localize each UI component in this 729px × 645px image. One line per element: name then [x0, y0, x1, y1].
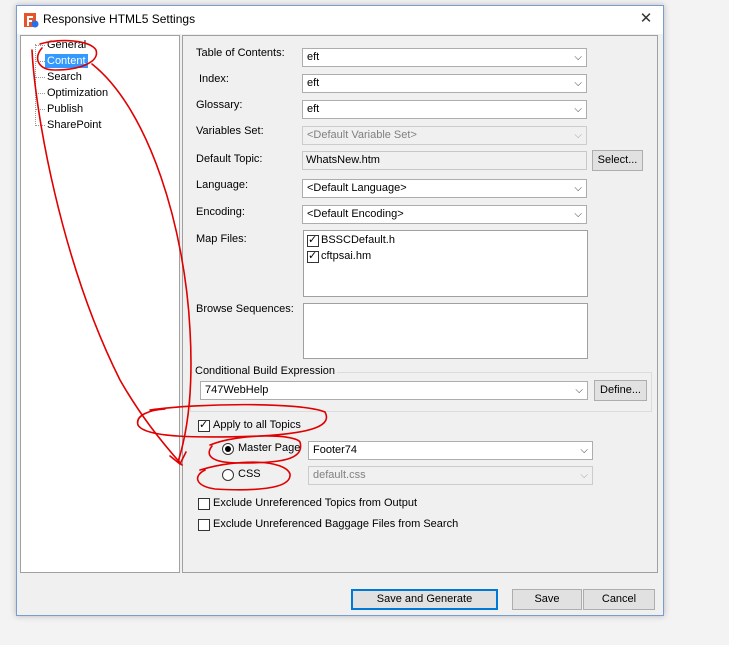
chevron-down-icon: ⌵ — [574, 78, 582, 89]
css-value: default.css — [313, 469, 366, 481]
exclude-baggage-label: Exclude Unreferenced Baggage Files from … — [213, 518, 459, 530]
browse-sequences-list[interactable] — [303, 303, 588, 359]
glossary-label: Glossary: — [196, 99, 243, 111]
master-page-value: Footer74 — [313, 444, 358, 456]
chevron-down-icon: ⌵ — [574, 52, 582, 63]
exclude-topics-checkbox[interactable] — [198, 498, 210, 510]
master-page-radio[interactable] — [222, 443, 234, 455]
toc-value: eft — [307, 51, 320, 63]
language-label: Language: — [196, 179, 248, 191]
tree-item-search[interactable]: Search — [47, 70, 82, 84]
css-dropdown: default.css ⌵ — [308, 466, 593, 485]
title-bar: Responsive HTML5 Settings ✕ — [17, 6, 663, 34]
chevron-down-icon: ⌵ — [580, 445, 588, 456]
default-topic-label: Default Topic: — [196, 153, 263, 165]
chevron-down-icon: ⌵ — [574, 104, 582, 115]
tree-connector — [35, 45, 45, 46]
exclude-topics-label: Exclude Unreferenced Topics from Output — [213, 497, 418, 509]
browse-sequences-label: Browse Sequences: — [196, 303, 294, 315]
map-file-item: BSSCDefault.h — [321, 234, 395, 246]
exclude-baggage-checkbox[interactable] — [198, 519, 210, 531]
map-file-checkbox[interactable] — [307, 249, 319, 263]
cancel-button[interactable]: Cancel — [583, 589, 655, 610]
chevron-down-icon: ⌵ — [574, 209, 582, 220]
define-button[interactable]: Define... — [594, 380, 647, 401]
select-topic-button[interactable]: Select... — [592, 150, 643, 171]
map-files-label: Map Files: — [196, 233, 247, 245]
conditional-build-value: 747WebHelp — [205, 384, 269, 396]
glossary-dropdown[interactable]: eft ⌵ — [302, 100, 587, 119]
tree-item-sharepoint[interactable]: SharePoint — [47, 118, 101, 132]
tree-item-optimization[interactable]: Optimization — [47, 86, 108, 100]
close-icon[interactable]: ✕ — [635, 9, 657, 29]
index-dropdown[interactable]: eft ⌵ — [302, 74, 587, 93]
encoding-label: Encoding: — [196, 206, 245, 218]
tree-connector — [35, 125, 45, 126]
conditional-build-title: Conditional Build Expression — [193, 365, 338, 377]
settings-dialog: Responsive HTML5 Settings ✕ General Cont… — [16, 5, 664, 616]
map-file-checkbox[interactable] — [307, 233, 319, 247]
css-label: CSS — [238, 468, 261, 480]
save-and-generate-button[interactable]: Save and Generate — [351, 589, 498, 610]
settings-tree: General Content Search Optimization Publ… — [20, 35, 180, 573]
toc-dropdown[interactable]: eft ⌵ — [302, 48, 587, 67]
apply-all-topics-label: Apply to all Topics — [213, 419, 301, 431]
index-value: eft — [307, 77, 320, 89]
tree-connector — [35, 109, 45, 110]
css-radio[interactable] — [222, 469, 234, 481]
tree-connector — [35, 44, 36, 126]
chevron-down-icon: ⌵ — [574, 130, 582, 141]
default-topic-field[interactable]: WhatsNew.htm — [302, 151, 587, 170]
language-dropdown[interactable]: <Default Language> ⌵ — [302, 179, 587, 198]
tree-item-general[interactable]: General — [47, 38, 86, 52]
variables-set-label: Variables Set: — [196, 125, 264, 137]
content-settings-panel: Table of Contents: eft ⌵ Index: eft ⌵ Glos… — [182, 35, 658, 573]
master-page-label: Master Page — [238, 442, 301, 454]
encoding-dropdown[interactable]: <Default Encoding> ⌵ — [302, 205, 587, 224]
tree-connector — [35, 61, 45, 62]
chevron-down-icon: ⌵ — [574, 183, 582, 194]
tree-connector — [35, 77, 45, 78]
conditional-build-dropdown[interactable]: 747WebHelp ⌵ — [200, 381, 588, 400]
map-file-item: cftpsai.hm — [321, 250, 372, 262]
apply-all-topics-checkbox[interactable] — [198, 418, 210, 432]
chevron-down-icon: ⌵ — [580, 470, 588, 481]
toc-label: Table of Contents: — [196, 47, 285, 59]
variables-set-dropdown: <Default Variable Set> ⌵ — [302, 126, 587, 145]
map-files-list[interactable]: BSSCDefault.h cftpsai.hm — [303, 230, 588, 297]
tree-item-content[interactable]: Content — [45, 54, 88, 68]
dialog-title: Responsive HTML5 Settings — [43, 12, 196, 26]
encoding-value: <Default Encoding> — [307, 208, 404, 220]
glossary-value: eft — [307, 103, 320, 115]
chevron-down-icon: ⌵ — [575, 385, 583, 396]
tree-connector — [35, 93, 45, 94]
robohelp-app-icon — [24, 13, 39, 28]
language-value: <Default Language> — [307, 182, 407, 194]
variables-set-value: <Default Variable Set> — [307, 129, 417, 141]
master-page-dropdown[interactable]: Footer74 ⌵ — [308, 441, 593, 460]
tree-item-publish[interactable]: Publish — [47, 102, 83, 116]
save-button[interactable]: Save — [512, 589, 582, 610]
index-label: Index: — [199, 73, 229, 85]
